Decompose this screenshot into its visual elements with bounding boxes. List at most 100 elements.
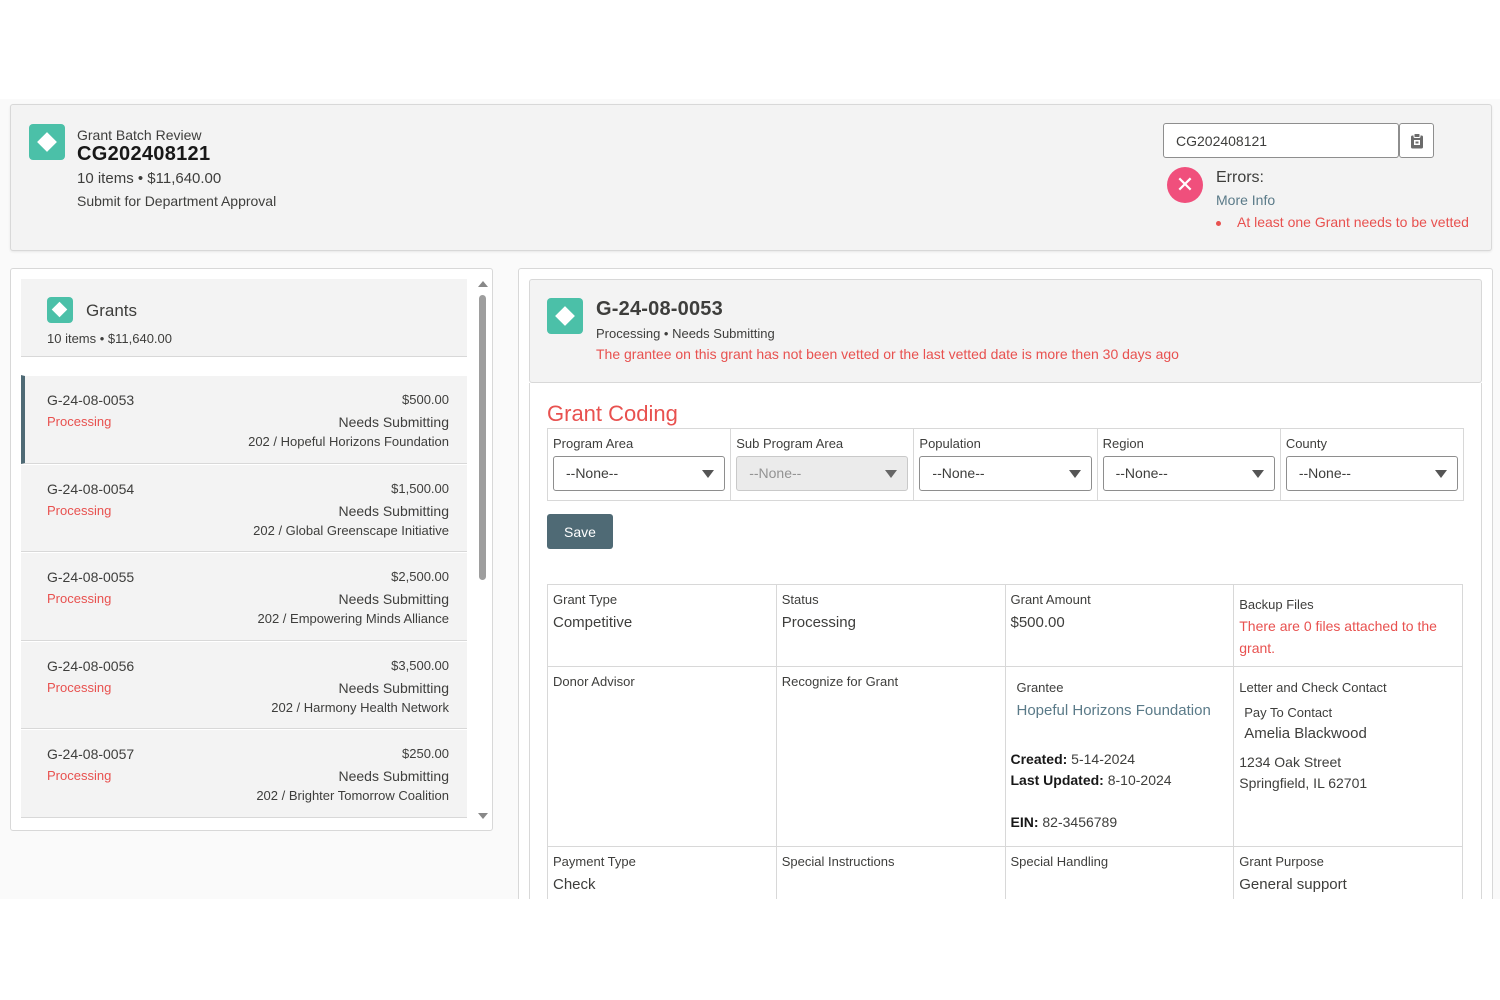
info-row: Grant Type Competitive Status Processing… (548, 585, 1462, 667)
program-area-cell: Program Area --None-- (548, 429, 732, 500)
county-select[interactable]: --None-- (1285, 456, 1459, 491)
grants-scrollbar[interactable] (477, 277, 489, 825)
ein-line: EIN: 82-3456789 (1011, 814, 1229, 830)
grantee-label: Grantee (1016, 680, 1064, 695)
grant-sub-status: Needs Submitting (338, 591, 449, 607)
grantee-cell: Grantee Hopeful Horizons Foundation Crea… (1006, 667, 1235, 846)
scroll-thumb[interactable] (479, 295, 486, 580)
status-value: Processing (781, 614, 856, 631)
grant-list: G-24-08-0053 Processing $500.00 Needs Su… (21, 375, 467, 818)
created-value: 5-14-2024 (1067, 751, 1136, 767)
error-item-text: At least one Grant needs to be vetted (1237, 214, 1469, 230)
grant-org: 202 / Global Greenscape Initiative (253, 522, 449, 538)
status-label: Status (781, 592, 819, 607)
letter-contact-cell: Letter and Check Contact Pay To Contact … (1234, 667, 1462, 846)
grant-icon (547, 298, 583, 334)
sub-program-area-cell: Sub Program Area --None-- (731, 429, 915, 500)
ein-value: 82-3456789 (1038, 814, 1118, 830)
grant-list-item[interactable]: G-24-08-0054 Processing $1,500.00 Needs … (21, 463, 467, 552)
backup-files-label: Backup Files (1239, 597, 1314, 612)
grantee-link[interactable]: Hopeful Horizons Foundation (1011, 702, 1229, 719)
grant-sub-status: Needs Submitting (338, 414, 449, 430)
error-item: At least one Grant needs to be vetted (1216, 214, 1469, 230)
info-row: Donor Advisor Recognize for Grant Grante… (548, 667, 1462, 847)
grant-id: G-24-08-0054 (47, 480, 135, 497)
grant-org: 202 / Harmony Health Network (271, 699, 449, 715)
region-select[interactable]: --None-- (1102, 456, 1275, 491)
coding-select-row: Program Area --None-- Sub Program Area -… (547, 428, 1464, 501)
grant-detail-header: G-24-08-0053 Processing • Needs Submitti… (529, 279, 1482, 383)
batch-summary: 10 items • $11,640.00 (77, 170, 222, 187)
grant-status: Processing (47, 591, 112, 606)
batch-action: Submit for Department Approval (77, 193, 277, 209)
grant-coding-card: Grant Coding Program Area --None-- Sub P… (529, 383, 1482, 907)
batch-icon (29, 124, 65, 160)
grant-list-item[interactable]: G-24-08-0056 Processing $3,500.00 Needs … (21, 640, 467, 729)
grant-detail-title: G-24-08-0053 (596, 298, 723, 320)
status-cell: Status Processing (777, 585, 1006, 666)
backup-files-cell: Backup Files There are 0 files attached … (1234, 585, 1462, 666)
region-value: --None-- (1115, 465, 1168, 481)
clipboard-button[interactable] (1399, 123, 1434, 158)
grant-list-item[interactable]: G-24-08-0055 Processing $2,500.00 Needs … (21, 552, 467, 641)
payment-type-value: Check (553, 876, 596, 893)
county-value: --None-- (1298, 465, 1351, 481)
program-area-select[interactable]: --None-- (553, 456, 726, 491)
scroll-up-icon[interactable] (478, 281, 488, 287)
grant-amount-label: Grant Amount (1010, 592, 1091, 607)
more-info-link[interactable]: More Info (1216, 192, 1275, 208)
grants-header: Grants 10 items • $11,640.00 (21, 279, 467, 357)
scroll-down-icon[interactable] (478, 813, 488, 819)
save-button[interactable]: Save (547, 514, 613, 549)
population-value: --None-- (932, 465, 985, 481)
grant-amount: $250.00 (402, 746, 449, 761)
batch-header: Grant Batch Review CG202408121 10 items … (10, 104, 1492, 251)
program-area-label: Program Area (553, 436, 634, 451)
population-label: Population (919, 436, 981, 451)
grant-coding-title: Grant Coding (547, 401, 678, 426)
errors-title: Errors: (1216, 169, 1264, 186)
donor-advisor-label: Donor Advisor (553, 674, 635, 689)
grant-status: Processing (47, 502, 112, 518)
updated-label: Last Updated: (1010, 772, 1104, 788)
grant-amount: $500.00 (402, 392, 449, 407)
grant-list-item[interactable]: G-24-08-0053 Processing $500.00 Needs Su… (21, 375, 467, 464)
grant-status: Processing (47, 768, 112, 783)
address-line-2: Springfield, IL 62701 (1239, 775, 1368, 791)
grants-summary: 10 items • $11,640.00 (47, 331, 173, 346)
region-label: Region (1102, 436, 1144, 451)
grant-detail-subtitle: Processing • Needs Submitting (596, 326, 775, 341)
grant-list-item[interactable]: G-24-08-0057 Processing $250.00 Needs Su… (21, 729, 467, 818)
recognize-label: Recognize for Grant (781, 674, 899, 689)
bullet-icon (1216, 220, 1221, 226)
error-close-icon: ✕ (1167, 167, 1203, 203)
population-select[interactable]: --None-- (919, 456, 1092, 491)
updated-value: 8-10-2024 (1103, 772, 1172, 788)
grant-type-value: Competitive (553, 614, 633, 631)
grant-org: 202 / Empowering Minds Alliance (257, 611, 450, 626)
grant-detail-panel: G-24-08-0053 Processing • Needs Submitti… (518, 268, 1493, 908)
batch-label: Grant Batch Review (77, 127, 202, 143)
created-line: Created: 5-14-2024 (1011, 751, 1229, 767)
backup-files-message: There are 0 files attached to the grant. (1239, 618, 1437, 656)
pay-to-label: Pay To Contact (1244, 705, 1333, 720)
grant-amount-cell: Grant Amount $500.00 (1006, 585, 1235, 666)
region-cell: Region --None-- (1098, 429, 1281, 500)
grant-status: Processing (47, 679, 112, 695)
grant-org: 202 / Hopeful Horizons Foundation (248, 434, 449, 449)
chevron-down-icon (885, 470, 898, 478)
clipboard-icon (1410, 132, 1423, 148)
grants-title: Grants (86, 301, 138, 320)
grant-sub-status: Needs Submitting (338, 679, 449, 696)
chevron-down-icon (1435, 470, 1448, 478)
special-instructions-label: Special Instructions (781, 854, 895, 869)
payment-type-label: Payment Type (553, 854, 636, 869)
ein-label: EIN: (1010, 814, 1039, 830)
grant-amount: $2,500.00 (391, 569, 449, 584)
grant-id: G-24-08-0057 (47, 746, 135, 762)
sub-program-area-select: --None-- (736, 456, 909, 491)
batch-search-input[interactable] (1163, 123, 1399, 158)
recognize-cell: Recognize for Grant (777, 667, 1006, 846)
grants-panel: Grants 10 items • $11,640.00 G-24-08-005… (10, 268, 493, 831)
grant-amount: $1,500.00 (391, 480, 449, 496)
